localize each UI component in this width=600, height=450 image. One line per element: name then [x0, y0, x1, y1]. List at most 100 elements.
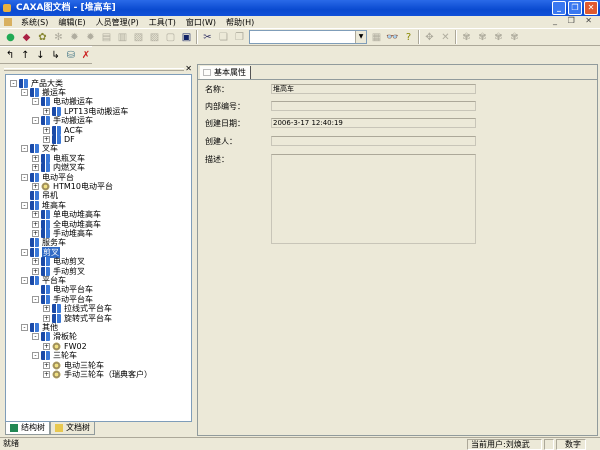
tree-node-label: DF [64, 134, 75, 144]
close-button[interactable]: ✕ [584, 1, 598, 15]
gear-icon[interactable]: ✹ [68, 31, 81, 44]
expand-icon[interactable]: + [32, 258, 39, 266]
folder-book-icon [30, 191, 39, 201]
expand-icon[interactable]: + [32, 229, 39, 237]
folder-book-icon [30, 247, 39, 257]
checkin-icon[interactable]: ▧ [132, 31, 145, 44]
expand-icon[interactable]: + [43, 314, 50, 322]
expand-icon[interactable]: + [43, 370, 50, 378]
collapse-icon[interactable]: - [21, 276, 28, 284]
menu-system[interactable]: 系统(S) [16, 17, 53, 28]
expand-icon[interactable]: + [43, 305, 50, 313]
mdi-controls[interactable]: _ ❐ ✕ [553, 16, 596, 25]
folder-book-icon [41, 210, 50, 220]
open-icon[interactable]: ◆ [20, 31, 33, 44]
expand-icon[interactable]: + [32, 267, 39, 275]
search-combo[interactable]: ▼ [249, 30, 367, 44]
collapse-icon[interactable]: - [32, 98, 39, 106]
pane-close-icon[interactable]: ✕ [185, 64, 192, 73]
status-bar: 就绪 当前用户:刘焕武 数字 [0, 437, 600, 450]
collapse-icon[interactable]: - [21, 323, 28, 331]
description-field[interactable] [271, 154, 476, 244]
collapse-icon[interactable]: - [32, 333, 39, 341]
title-bar: CAXA图文档 - [堆高车] _ ❐ ✕ [0, 0, 600, 16]
expand-icon[interactable]: + [32, 220, 39, 228]
checkout-icon[interactable]: ▨ [148, 31, 161, 44]
expand-icon[interactable]: + [43, 126, 50, 134]
tree-node-label: 手动三轮车（瑞典客户） [64, 369, 152, 379]
pane-grip[interactable] [4, 68, 184, 71]
tool-icon[interactable]: ✥ [423, 31, 436, 44]
tab-structure-tree[interactable]: 结构树 [5, 422, 50, 435]
workflow4-icon[interactable]: ✾ [508, 31, 521, 44]
copy-icon[interactable]: ❏ [217, 31, 230, 44]
status-numlock: 数字 [556, 439, 586, 450]
monitor-icon[interactable]: ▣ [180, 31, 193, 44]
folder-book-icon [41, 153, 50, 163]
creator-field[interactable] [271, 136, 476, 146]
collapse-icon[interactable]: - [10, 79, 17, 87]
minimize-button[interactable]: _ [552, 1, 566, 15]
move-up-icon[interactable]: ↑ [19, 49, 31, 62]
help-icon[interactable]: ? [402, 31, 415, 44]
tree-node[interactable]: + 手动三轮车（瑞典客户） [43, 369, 152, 379]
save-icon[interactable]: ▦ [370, 31, 383, 44]
link-icon[interactable]: ⛁ [65, 49, 77, 62]
expand-icon[interactable]: + [32, 182, 39, 190]
status-ready: 就绪 [3, 439, 19, 448]
cut-icon[interactable]: ✂ [201, 31, 214, 44]
main-toolbar: ● ◆ ✿ ✻ ✹ ✹ ▤ ▥ ▧ ▨ ▢ ▣ ✂ ❏ ❐ ▼ ▦ 👓 ? ✥ … [0, 28, 600, 46]
print-preview-icon[interactable]: ▥ [116, 31, 129, 44]
workflow-icon[interactable]: ✾ [460, 31, 473, 44]
workflow3-icon[interactable]: ✾ [492, 31, 505, 44]
expand-icon[interactable]: + [43, 135, 50, 143]
menu-personnel[interactable]: 人员管理(P) [91, 17, 144, 28]
users-icon[interactable]: ✿ [36, 31, 49, 44]
print-icon[interactable]: ▤ [100, 31, 113, 44]
collapse-icon[interactable]: - [32, 117, 39, 125]
folder-book-icon [52, 304, 61, 314]
delete-link-icon[interactable]: ✗ [80, 49, 92, 62]
move-down-icon[interactable]: ↓ [34, 49, 46, 62]
name-field[interactable]: 堆高车 [271, 84, 476, 94]
move-left-icon[interactable]: ↰ [4, 49, 16, 62]
menu-window[interactable]: 窗口(W) [181, 17, 221, 28]
collapse-icon[interactable]: - [21, 173, 28, 181]
date-label: 创建日期： [205, 119, 245, 128]
move-right-icon[interactable]: ↳ [50, 49, 62, 62]
menu-help[interactable]: 帮助(H) [221, 17, 259, 28]
chevron-down-icon[interactable]: ▼ [355, 31, 366, 43]
expand-icon[interactable]: + [32, 211, 39, 219]
collapse-icon[interactable]: - [21, 201, 28, 209]
doc-icon[interactable]: ▢ [164, 31, 177, 44]
paste-icon[interactable]: ❐ [233, 31, 246, 44]
tree-toolbar: ↰ ↑ ↓ ↳ ⛁ ✗ [0, 46, 92, 64]
binoculars-icon[interactable]: 👓 [386, 31, 399, 44]
collapse-icon[interactable]: - [21, 145, 28, 153]
menu-tools[interactable]: 工具(T) [144, 17, 181, 28]
expand-icon[interactable]: + [32, 154, 39, 162]
workflow2-icon[interactable]: ✾ [476, 31, 489, 44]
tab-basic-properties[interactable]: 基本属性 [200, 66, 251, 79]
date-field[interactable]: 2006-3-17 12:40:19 [271, 118, 476, 128]
collapse-icon[interactable]: - [32, 295, 39, 303]
expand-icon[interactable]: + [43, 361, 50, 369]
settings-icon[interactable]: ✻ [52, 31, 65, 44]
new-icon[interactable]: ● [4, 31, 17, 44]
collapse-icon[interactable]: - [32, 352, 39, 360]
tools-icon[interactable]: ✕ [439, 31, 452, 44]
restore-button[interactable]: ❐ [568, 1, 582, 15]
structure-tree[interactable]: - 产品大类 - 搬运车 - 电动搬运车 + LPT13电动搬运车 - 手动搬运车 + AC车 + DF -… [5, 74, 192, 422]
code-field[interactable] [271, 101, 476, 111]
menu-edit[interactable]: 编辑(E) [53, 17, 90, 28]
part-gear-icon [52, 360, 61, 370]
collapse-icon[interactable]: - [21, 88, 28, 96]
collapse-icon[interactable]: - [21, 248, 28, 256]
expand-icon[interactable]: + [43, 342, 50, 350]
expand-icon[interactable]: + [32, 164, 39, 172]
tab-document-tree[interactable]: 文档树 [50, 422, 95, 435]
menu-bar: 系统(S) 编辑(E) 人员管理(P) 工具(T) 窗口(W) 帮助(H) [0, 16, 600, 28]
expand-icon[interactable]: + [43, 107, 50, 115]
folder-book-icon [30, 172, 39, 182]
gear2-icon[interactable]: ✹ [84, 31, 97, 44]
